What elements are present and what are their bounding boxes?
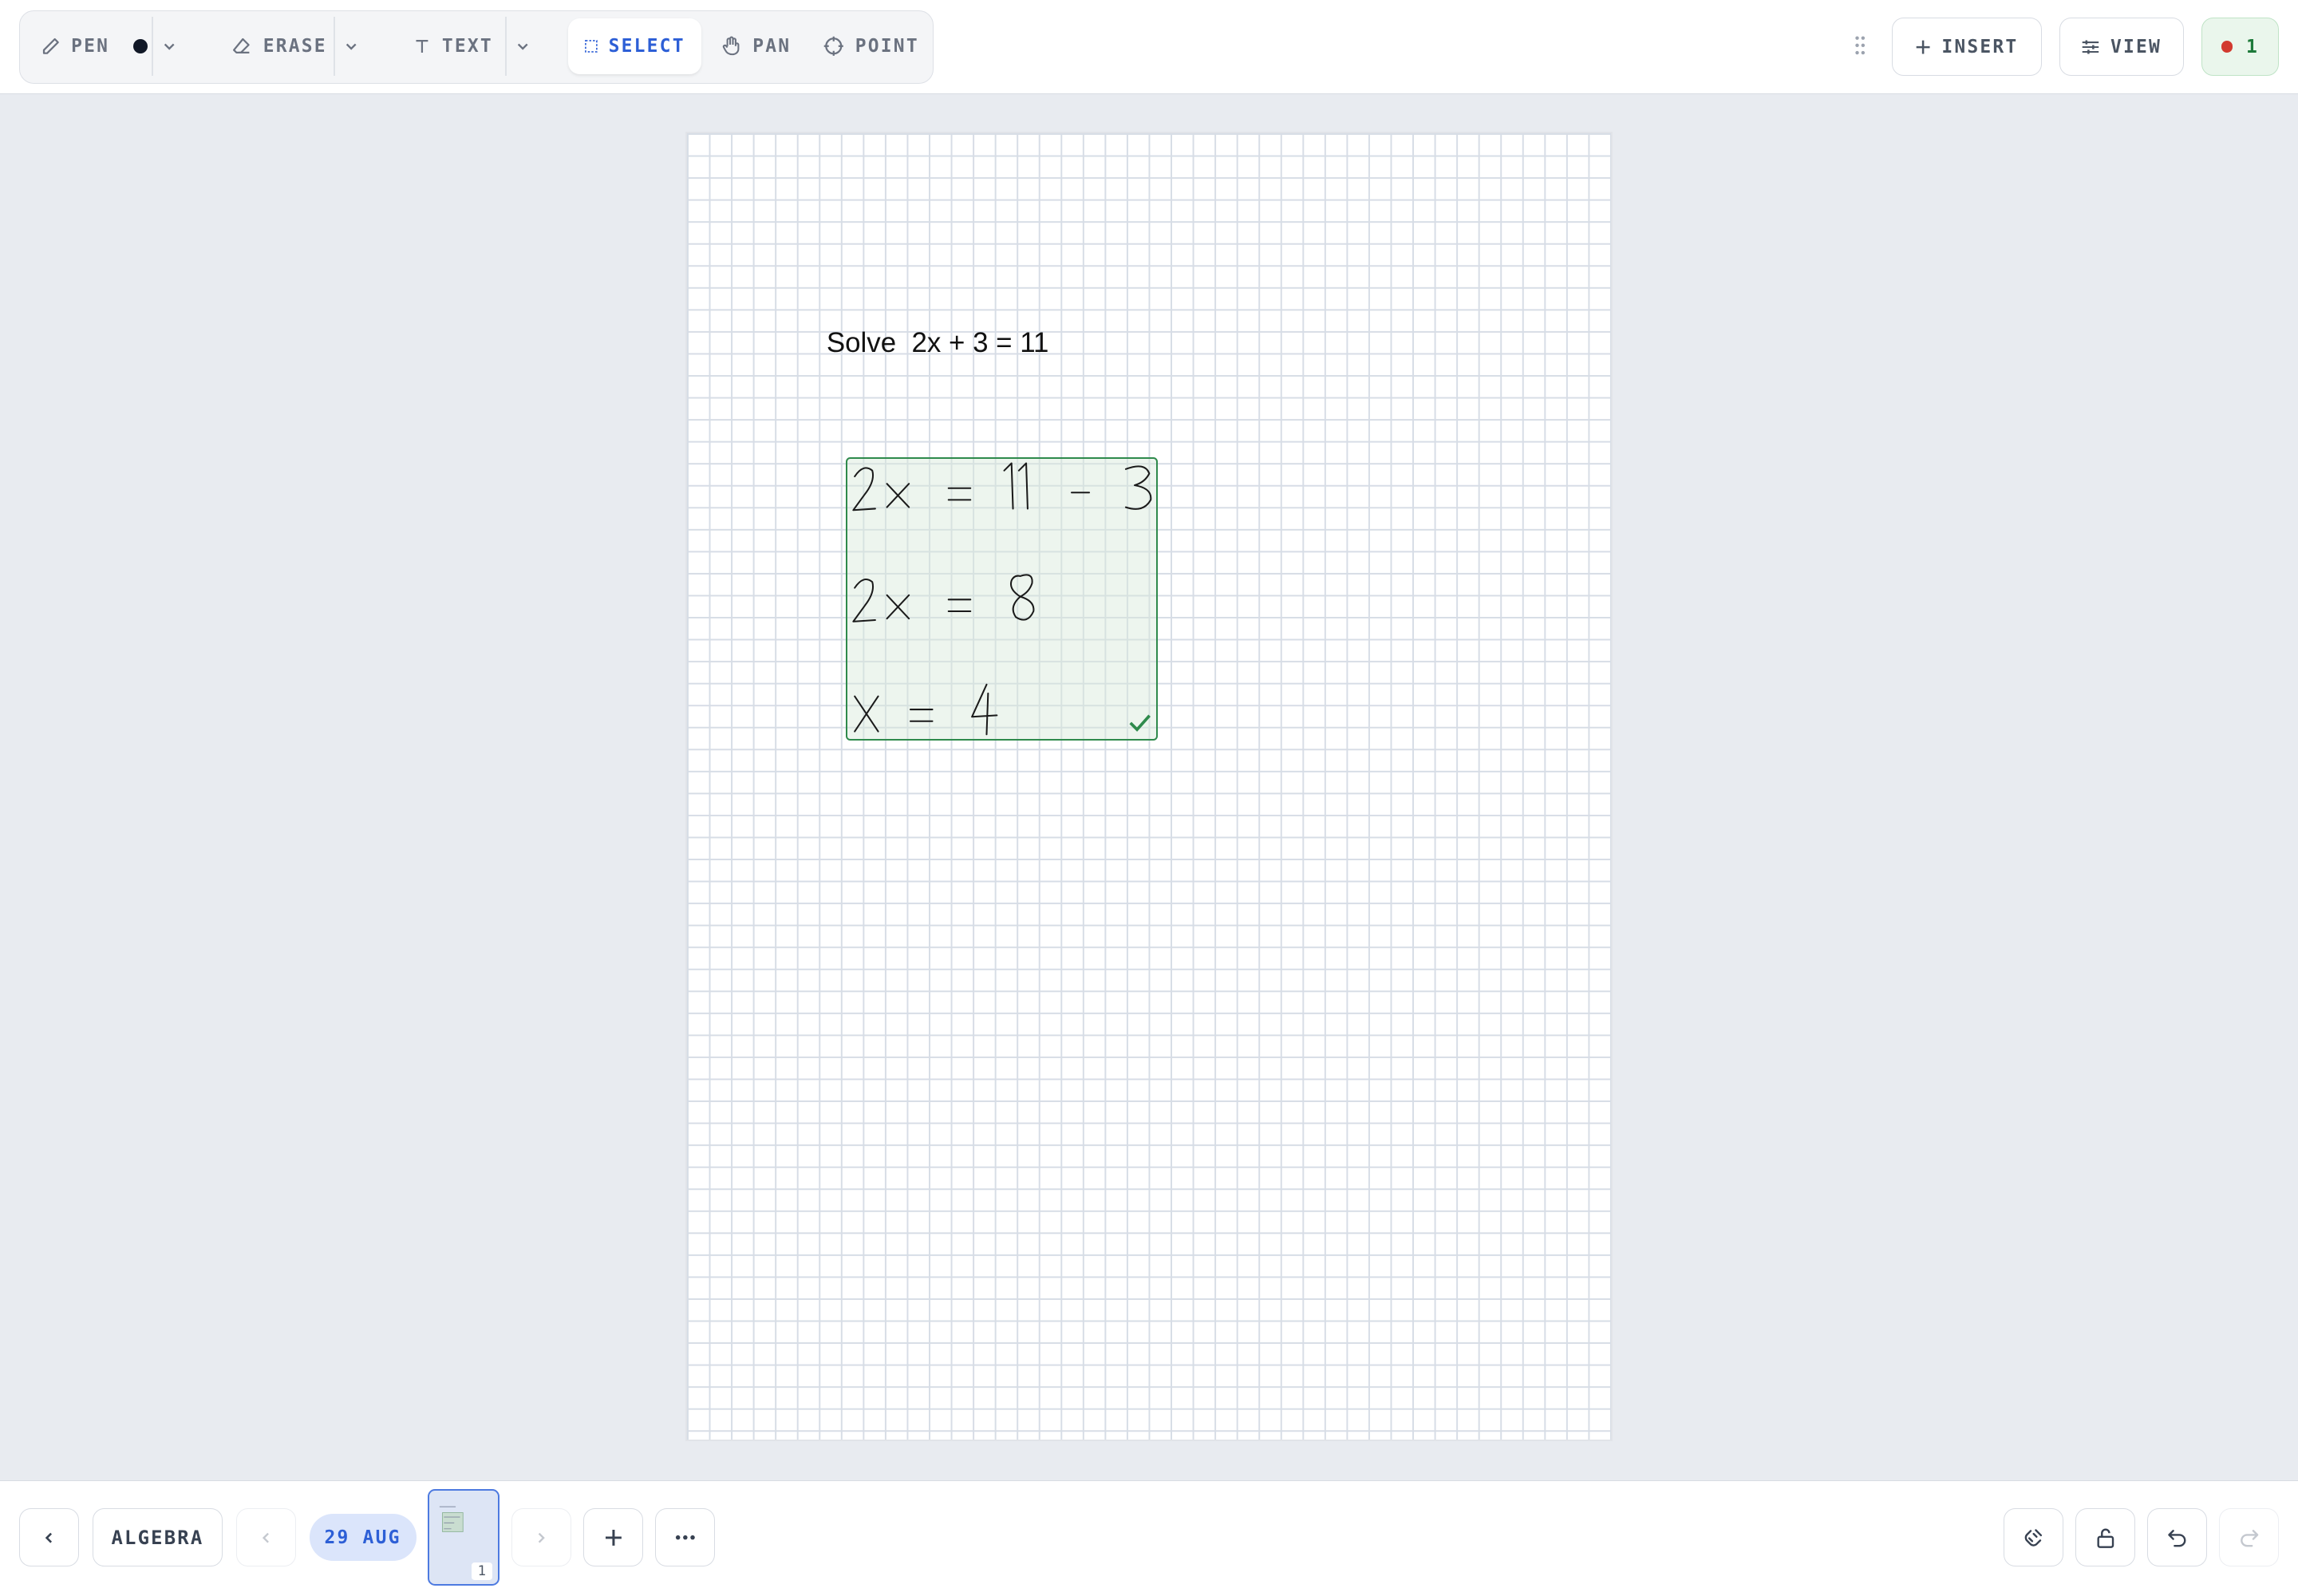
more-button[interactable]: [655, 1507, 716, 1567]
pen-label: PEN: [71, 35, 110, 57]
view-button[interactable]: VIEW: [2059, 18, 2184, 77]
recording-indicator-button[interactable]: 1: [2201, 18, 2280, 77]
select-label: SELECT: [608, 35, 685, 57]
notebook-title-button[interactable]: ALGEBRA: [92, 1507, 223, 1567]
chevron-left-icon: [45, 1532, 53, 1543]
snap-icon: [2024, 1529, 2042, 1547]
add-page-button[interactable]: [583, 1507, 644, 1567]
recording-count: 1: [2245, 36, 2259, 57]
erase-label: ERASE: [263, 35, 327, 57]
more-icon: [675, 1535, 695, 1540]
notebook-page-canvas[interactable]: Solve 2x + 3 = 11: [687, 133, 1611, 1440]
erase-tool[interactable]: ERASE: [231, 18, 326, 74]
text-label: TEXT: [441, 35, 493, 57]
next-page-button[interactable]: [511, 1507, 572, 1567]
select-icon: [585, 40, 598, 53]
point-label: POINT: [855, 35, 919, 57]
text-icon: [416, 40, 428, 53]
pan-tool[interactable]: PAN: [721, 18, 791, 74]
page-number-badge: 1: [472, 1562, 492, 1580]
prev-page-button[interactable]: [235, 1507, 296, 1567]
crosshair-icon: [824, 36, 844, 56]
back-button[interactable]: [18, 1507, 80, 1567]
undo-button[interactable]: [2146, 1507, 2208, 1567]
sliders-icon: [2082, 40, 2099, 54]
insert-button[interactable]: INSERT: [1892, 18, 2042, 77]
problem-statement[interactable]: Solve 2x + 3 = 11: [827, 327, 1049, 359]
record-dot-icon: [2221, 41, 2233, 53]
snap-button[interactable]: [2003, 1507, 2064, 1567]
lock-button[interactable]: [2075, 1507, 2136, 1567]
add-page-icon: [605, 1529, 622, 1546]
text-tool[interactable]: TEXT: [413, 18, 493, 74]
pen-options-chevron-down-icon[interactable]: [153, 18, 185, 74]
handwritten-solution: [852, 462, 1152, 736]
chevron-left-icon: [262, 1532, 269, 1543]
redo-button[interactable]: [2218, 1507, 2280, 1567]
redo-icon: [2240, 1529, 2258, 1547]
point-tool[interactable]: POINT: [823, 18, 918, 74]
chevron-right-icon: [539, 1532, 546, 1543]
erase-options-chevron-down-icon[interactable]: [335, 18, 367, 74]
check-icon: [1129, 714, 1151, 733]
view-label: VIEW: [2110, 36, 2162, 57]
handwriting-selection[interactable]: [845, 457, 1158, 741]
text-options-chevron-down-icon[interactable]: [507, 18, 539, 74]
undo-icon: [2167, 1529, 2186, 1547]
page-thumbnail[interactable]: 1: [428, 1489, 500, 1586]
date-badge[interactable]: 29 AUG: [309, 1514, 417, 1562]
hand-icon: [722, 36, 740, 56]
notebook-label: ALGEBRA: [111, 1526, 204, 1549]
eraser-icon: [233, 38, 251, 54]
pen-color-swatch[interactable]: [132, 38, 148, 54]
grip-icon[interactable]: [1853, 35, 1867, 56]
insert-label: INSERT: [1941, 36, 2019, 57]
plus-icon: [1916, 40, 1930, 54]
unlock-icon: [2097, 1528, 2114, 1548]
pan-label: PAN: [752, 35, 792, 57]
top-toolbar: PEN ERASE TEXT SELECT PAN POINT INSERT V…: [0, 0, 2298, 94]
pen-tool[interactable]: PEN: [41, 18, 148, 74]
select-tool[interactable]: SELECT: [567, 18, 701, 74]
tool-group: PEN ERASE TEXT SELECT PAN POINT: [18, 10, 934, 84]
pen-icon: [42, 38, 59, 54]
